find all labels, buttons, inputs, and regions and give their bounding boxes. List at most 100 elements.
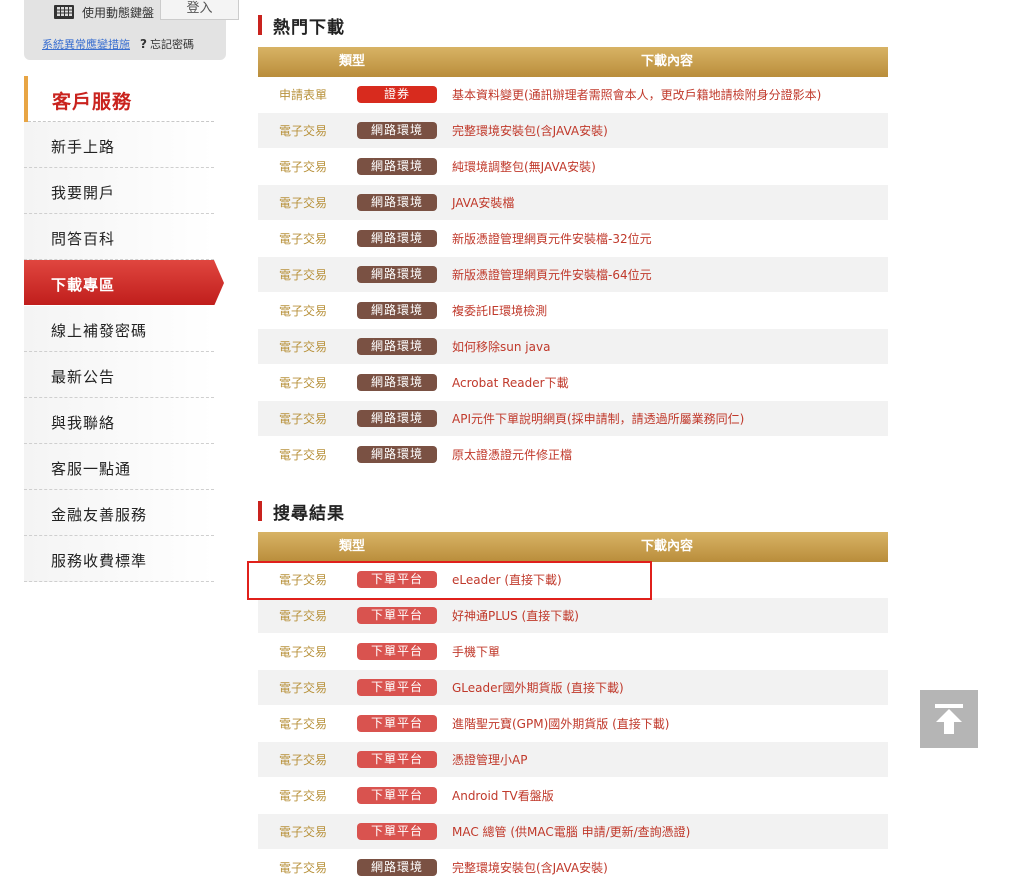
row-tag-badge: 網路環境 [357,230,437,247]
row-category: 電子交易 [278,861,327,875]
row-download-link[interactable]: eLeader (直接下載) [446,571,562,588]
sidebar-item[interactable]: 問答百科 [24,214,214,260]
row-tag-cell: 網路環境 [348,302,446,319]
row-tag-badge: 網路環境 [357,446,437,463]
table-row: 電子交易 網路環境 純環境調整包(無JAVA安裝) [258,149,888,185]
login-button[interactable]: 登入 [160,0,239,20]
sidebar-header: 客戶服務 [24,76,214,122]
table-row: 電子交易 下單平台 Android TV看盤版 [258,778,888,814]
scroll-to-top-button[interactable] [920,690,978,748]
row-tag-badge: 網路環境 [357,158,437,175]
table-row: 電子交易 網路環境 複委託IE環境檢測 [258,293,888,329]
sidebar-item[interactable]: 線上補發密碼 [24,306,214,352]
search-results-title: 搜尋結果 [258,500,345,524]
row-download-link[interactable]: 新版憑證管理網頁元件安裝檔-64位元 [446,266,652,283]
row-download-link[interactable]: GLeader國外期貨版 (直接下載) [446,679,624,696]
sidebar-item-label: 問答百科 [51,230,116,248]
row-tag-cell: 下單平台 [348,787,446,804]
table-row: 電子交易 下單平台 憑證管理小AP [258,742,888,778]
table-row: 電子交易 下單平台 GLeader國外期貨版 (直接下載) [258,670,888,706]
forgot-password-link[interactable]: 忘記密碼 [150,36,194,52]
row-tag-badge: 網路環境 [357,374,437,391]
search-results-heading: 搜尋結果 [273,503,345,524]
sidebar-item[interactable]: 客服一點通 [24,444,214,490]
row-category: 電子交易 [278,573,327,587]
row-tag-cell: 下單平台 [348,607,446,624]
row-category: 電子交易 [278,412,327,426]
sidebar-item[interactable]: 下載專區 [24,260,224,306]
sidebar-item[interactable]: 與我聯絡 [24,398,214,444]
search-results-table: 類型 下載內容 電子交易 下單平台 eLeader (直接下載) 電子交易 下單平台 好神… [258,532,888,886]
table-row: 電子交易 下單平台 MAC 總管 (供MAC電腦 申請/更新/查詢憑證) [258,814,888,850]
row-download-link[interactable]: 憑證管理小AP [446,751,527,768]
row-download-link[interactable]: 進階聖元寶(GPM)國外期貨版 (直接下載) [446,715,669,732]
hot-downloads-title: 熱門下載 [258,14,345,38]
row-download-link[interactable]: MAC 總管 (供MAC電腦 申請/更新/查詢憑證) [446,823,690,840]
row-download-link[interactable]: Android TV看盤版 [446,787,554,804]
table-header: 類型 下載內容 [258,47,888,77]
row-download-link[interactable]: 完整環境安裝包(含JAVA安裝) [446,859,608,876]
login-links: 系統異常應變措施 ? 忘記密碼 [42,36,194,52]
row-tag-badge: 網路環境 [357,194,437,211]
row-download-link[interactable]: 完整環境安裝包(含JAVA安裝) [446,122,608,139]
sidebar-item-label: 我要開戶 [51,184,116,202]
row-download-link[interactable]: 原太證憑證元件修正檔 [446,446,572,463]
sidebar-item[interactable]: 最新公告 [24,352,214,398]
sidebar-header-title: 客戶服務 [52,91,133,113]
table-row: 電子交易 網路環境 Acrobat Reader下載 [258,365,888,401]
row-tag-badge: 網路環境 [357,410,437,427]
row-category: 電子交易 [278,753,327,767]
row-tag-badge: 網路環境 [357,338,437,355]
row-download-link[interactable]: 新版憑證管理網頁元件安裝檔-32位元 [446,230,652,247]
login-box: 使用動態鍵盤 登入 系統異常應變措施 ? 忘記密碼 [24,0,239,60]
row-tag-cell: 網路環境 [348,859,446,876]
help-icon: ? [140,37,147,51]
row-download-link[interactable]: Acrobat Reader下載 [446,374,569,391]
table-row: 電子交易 下單平台 好神通PLUS (直接下載) [258,598,888,634]
sidebar-item[interactable]: 服務收費標準 [24,536,214,582]
row-tag-cell: 網路環境 [348,410,446,427]
row-download-link[interactable]: 如何移除sun java [446,338,550,355]
row-tag-badge: 證券 [357,86,437,103]
row-tag-badge: 下單平台 [357,679,437,696]
sidebar-item-label: 最新公告 [51,368,116,386]
row-download-link[interactable]: 好神通PLUS (直接下載) [446,607,579,624]
row-tag-badge: 下單平台 [357,787,437,804]
row-tag-badge: 下單平台 [357,715,437,732]
row-tag-cell: 網路環境 [348,374,446,391]
keyboard-label: 使用動態鍵盤 [82,5,155,20]
row-category: 電子交易 [278,160,327,174]
row-download-link[interactable]: JAVA安裝檔 [446,194,514,211]
sidebar-item[interactable]: 金融友善服務 [24,490,214,536]
sidebar-item[interactable]: 新手上路 [24,122,214,168]
table-row: 電子交易 網路環境 新版憑證管理網頁元件安裝檔-64位元 [258,257,888,293]
row-tag-badge: 下單平台 [357,643,437,660]
row-tag-badge: 網路環境 [357,122,437,139]
row-tag-cell: 下單平台 [348,643,446,660]
sidebar-item[interactable]: 我要開戶 [24,168,214,214]
table-row: 電子交易 下單平台 eLeader (直接下載) [258,562,888,598]
virtual-keyboard-toggle[interactable]: 使用動態鍵盤 [54,2,154,22]
hot-downloads-heading: 熱門下載 [273,17,345,38]
row-category: 申請表單 [278,88,327,102]
sidebar-item-label: 服務收費標準 [51,552,148,570]
system-contingency-link[interactable]: 系統異常應變措施 [42,36,130,52]
row-tag-badge: 下單平台 [357,751,437,768]
row-tag-cell: 網路環境 [348,122,446,139]
title-accent-bar [258,501,262,521]
row-tag-cell: 下單平台 [348,571,446,588]
row-download-link[interactable]: 複委託IE環境檢測 [446,302,547,319]
row-tag-badge: 網路環境 [357,302,437,319]
row-tag-badge: 網路環境 [357,266,437,283]
sidebar-item-label: 新手上路 [51,138,116,156]
table-row: 電子交易 網路環境 完整環境安裝包(含JAVA安裝) [258,113,888,149]
row-download-link[interactable]: API元件下單說明網頁(採申請制，請透過所屬業務同仁) [446,410,744,427]
row-download-link[interactable]: 純環境調整包(無JAVA安裝) [446,158,596,175]
table-body: 電子交易 下單平台 eLeader (直接下載) 電子交易 下單平台 好神通PLUS (直… [258,562,888,886]
row-download-link[interactable]: 手機下單 [446,643,500,660]
column-header-content: 下載內容 [640,539,693,554]
row-download-link[interactable]: 基本資料變更(通訊辦理者需照會本人，更改戶籍地請檢附身分證影本) [446,86,821,103]
row-tag-cell: 下單平台 [348,823,446,840]
table-row: 電子交易 下單平台 手機下單 [258,634,888,670]
sidebar-item-label: 與我聯絡 [51,414,116,432]
